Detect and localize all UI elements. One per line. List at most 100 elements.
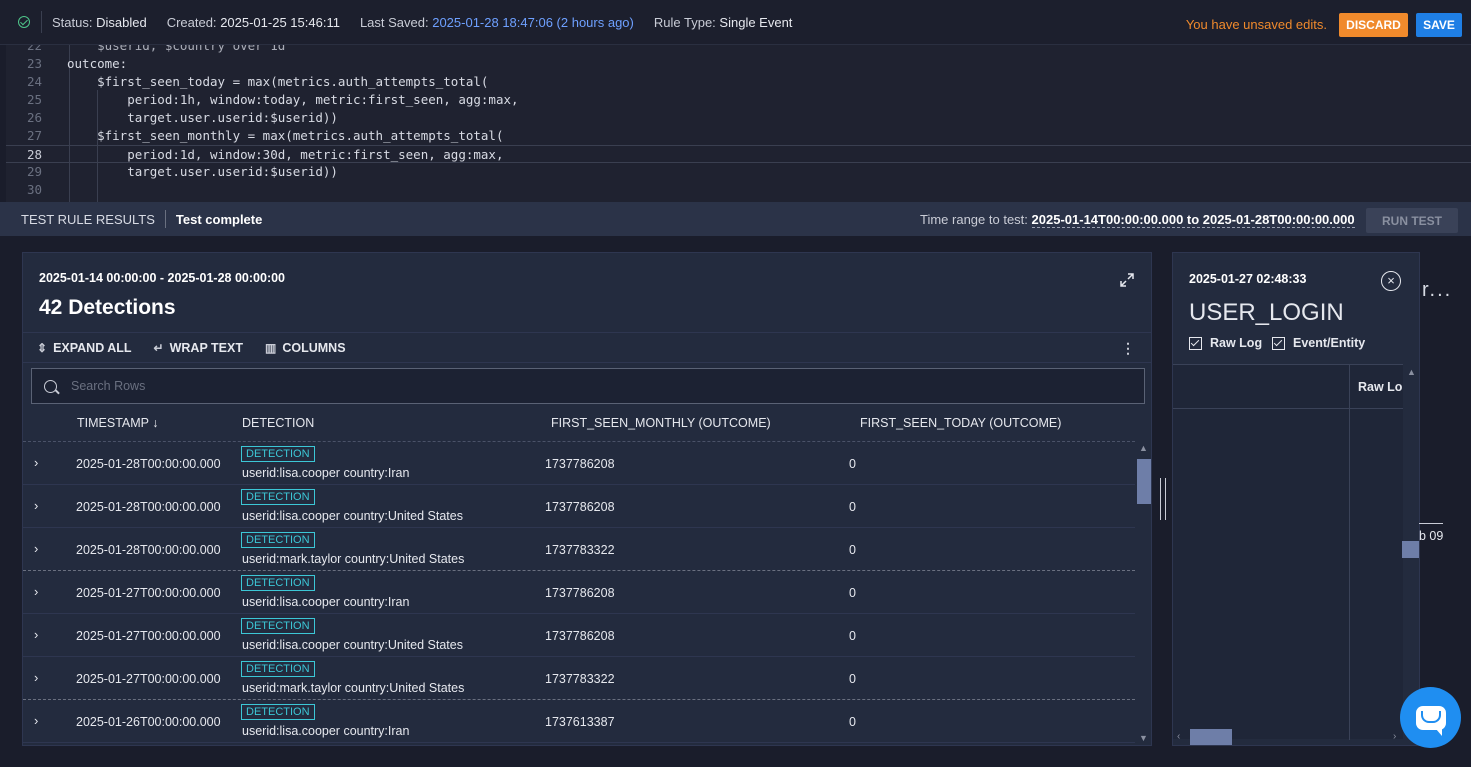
code-line: 29 target.user.userid:$userid)): [26, 164, 338, 179]
event-detail-grid: Raw Lo: [1173, 364, 1403, 740]
discard-button[interactable]: DISCARD: [1339, 13, 1408, 37]
table-row[interactable]: › 2025-01-27T00:00:00.000 DETECTION user…: [23, 657, 1135, 700]
detections-count: 42 Detections: [39, 296, 176, 319]
save-button[interactable]: SAVE: [1416, 13, 1462, 37]
scrollbar-thumb[interactable]: [1137, 459, 1151, 504]
row-first-seen-today: 0: [849, 672, 856, 686]
chevron-right-icon[interactable]: ›: [34, 584, 38, 599]
row-first-seen-monthly: 1737783322: [545, 543, 615, 557]
row-first-seen-today: 0: [849, 543, 856, 557]
panel-resize-handle[interactable]: [1160, 478, 1166, 520]
row-first-seen-today: 0: [849, 586, 856, 600]
search-input[interactable]: [71, 379, 971, 393]
time-range-value[interactable]: 2025-01-14T00:00:00.000 to 2025-01-28T00…: [1031, 212, 1355, 228]
checkbox-checked-icon: [1272, 336, 1285, 350]
column-divider: [1349, 365, 1350, 740]
row-detection: userid:lisa.cooper country:Iran: [242, 724, 410, 738]
divider: [41, 11, 42, 33]
row-detection: userid:mark.taylor country:United States: [242, 552, 465, 566]
table-row[interactable]: › 2025-01-28T00:00:00.000 DETECTION user…: [23, 442, 1135, 485]
row-timestamp: 2025-01-27T00:00:00.000: [76, 586, 221, 600]
detail-horizontal-scrollbar[interactable]: ‹ ›: [1173, 729, 1403, 745]
table-row[interactable]: › 2025-01-27T00:00:00.000 DETECTION user…: [23, 571, 1135, 614]
columns-button[interactable]: ▥ COLUMNS: [265, 341, 346, 355]
scroll-right-icon[interactable]: ›: [1393, 731, 1396, 742]
results-title: TEST RULE RESULTS: [21, 211, 155, 227]
expand-icon[interactable]: [1120, 273, 1134, 287]
created-value: 2025-01-25 15:46:11: [220, 14, 340, 30]
chevron-right-icon[interactable]: ›: [34, 455, 38, 470]
row-first-seen-monthly: 1737786208: [545, 586, 615, 600]
event-detail-panel: 2025-01-27 02:48:33 × USER_LOGIN Raw Log…: [1172, 252, 1420, 746]
detection-badge: DETECTION: [241, 575, 315, 591]
event-type: USER_LOGIN: [1189, 299, 1344, 326]
column-header-timestamp[interactable]: TIMESTAMP ↓: [77, 416, 159, 430]
chat-launcher-button[interactable]: [1400, 687, 1461, 748]
code-line: 23 outcome:: [26, 56, 128, 71]
column-header-first-seen-monthly[interactable]: FIRST_SEEN_MONTHLY (OUTCOME): [551, 416, 771, 430]
event-timestamp: 2025-01-27 02:48:33: [1189, 272, 1307, 286]
column-header-detection[interactable]: DETECTION: [242, 416, 314, 430]
code-line: 22 $userid, $country over 1d: [26, 45, 286, 53]
table-scrollbar[interactable]: ▲ ▼: [1135, 441, 1151, 745]
table-row[interactable]: › 2025-01-28T00:00:00.000 DETECTION user…: [23, 485, 1135, 528]
chevron-right-icon[interactable]: ›: [34, 713, 38, 728]
background-truncated-text: r...: [1422, 279, 1453, 301]
close-icon[interactable]: ×: [1381, 271, 1401, 291]
last-saved-meta: Last Saved: 2025-01-28 18:47:06 (2 hours…: [359, 14, 634, 30]
rule-code-editor[interactable]: 22 $userid, $country over 1d 23 outcome: …: [6, 45, 1471, 202]
background-tick-label: b 09: [1419, 529, 1444, 543]
chevron-right-icon[interactable]: ›: [34, 498, 38, 513]
row-first-seen-today: 0: [849, 457, 856, 471]
raw-log-checkbox[interactable]: Raw Log: [1189, 336, 1262, 350]
search-icon: [44, 379, 57, 393]
columns-icon: ▥: [265, 340, 277, 355]
chevron-right-icon[interactable]: ›: [34, 627, 38, 642]
created-meta: Created: 2025-01-25 15:46:11: [166, 14, 340, 30]
scrollbar-thumb[interactable]: [1190, 729, 1232, 745]
row-first-seen-monthly: 1737786208: [545, 457, 615, 471]
grid-header: Raw Lo: [1173, 365, 1403, 740]
divider: [164, 210, 166, 228]
detections-panel: 2025-01-14 00:00:00 - 2025-01-28 00:00:0…: [22, 252, 1152, 746]
wrap-text-button[interactable]: ↵ WRAP TEXT: [154, 341, 243, 355]
code-line-active: 28 period:1d, window:30d, metric:first_s…: [6, 145, 1471, 163]
code-line: 26 target.user.userid:$userid)): [26, 110, 338, 125]
check-circle-icon: [18, 16, 30, 28]
detection-badge: DETECTION: [241, 704, 315, 720]
scroll-up-icon[interactable]: ▲: [1139, 443, 1148, 453]
raw-log-column-header[interactable]: Raw Lo: [1358, 380, 1402, 394]
status-meta: Status: Disabled: [52, 14, 147, 30]
row-detection: userid:lisa.cooper country:United States: [242, 638, 463, 652]
row-timestamp: 2025-01-28T00:00:00.000: [76, 500, 221, 514]
status-value: Disabled: [96, 14, 147, 30]
chevron-right-icon[interactable]: ›: [34, 670, 38, 685]
wrap-text-icon: ↵: [153, 340, 164, 355]
table-toolbar: ⇕ EXPAND ALL ↵ WRAP TEXT ▥ COLUMNS ⋮: [23, 332, 1151, 363]
table-row[interactable]: › 2025-01-27T00:00:00.000 DETECTION user…: [23, 614, 1135, 657]
row-timestamp: 2025-01-28T00:00:00.000: [76, 457, 221, 471]
row-timestamp: 2025-01-27T00:00:00.000: [76, 672, 221, 686]
event-entity-checkbox[interactable]: Event/Entity: [1272, 336, 1365, 350]
row-first-seen-today: 0: [849, 629, 856, 643]
scroll-down-icon[interactable]: ▼: [1139, 733, 1148, 743]
table-row[interactable]: › 2025-01-28T00:00:00.000 DETECTION user…: [23, 528, 1135, 571]
row-first-seen-monthly: 1737783322: [545, 672, 615, 686]
run-test-button[interactable]: RUN TEST: [1366, 208, 1458, 233]
code-line: 25 period:1h, window:today, metric:first…: [26, 92, 519, 107]
table-row[interactable]: › 2025-01-26T00:00:00.000 DETECTION user…: [23, 700, 1135, 743]
rule-type-value: Single Event: [719, 14, 793, 30]
chevron-right-icon[interactable]: ›: [34, 541, 38, 556]
detection-badge: DETECTION: [241, 532, 315, 548]
rule-type-meta: Rule Type: Single Event: [653, 14, 793, 30]
background-axis-tick: [1419, 523, 1443, 524]
scroll-left-icon[interactable]: ‹: [1177, 731, 1180, 742]
last-saved-value[interactable]: 2025-01-28 18:47:06 (2 hours ago): [432, 15, 634, 30]
column-header-first-seen-today[interactable]: FIRST_SEEN_TODAY (OUTCOME): [860, 416, 1061, 430]
table-body: › 2025-01-28T00:00:00.000 DETECTION user…: [23, 441, 1135, 745]
row-detection: userid:lisa.cooper country:Iran: [242, 466, 410, 480]
more-options-icon[interactable]: ⋮: [1121, 340, 1135, 357]
expand-all-button[interactable]: ⇕ EXPAND ALL: [37, 341, 132, 355]
checkbox-checked-icon: [1189, 336, 1202, 350]
scroll-up-icon[interactable]: ▲: [1407, 367, 1416, 377]
